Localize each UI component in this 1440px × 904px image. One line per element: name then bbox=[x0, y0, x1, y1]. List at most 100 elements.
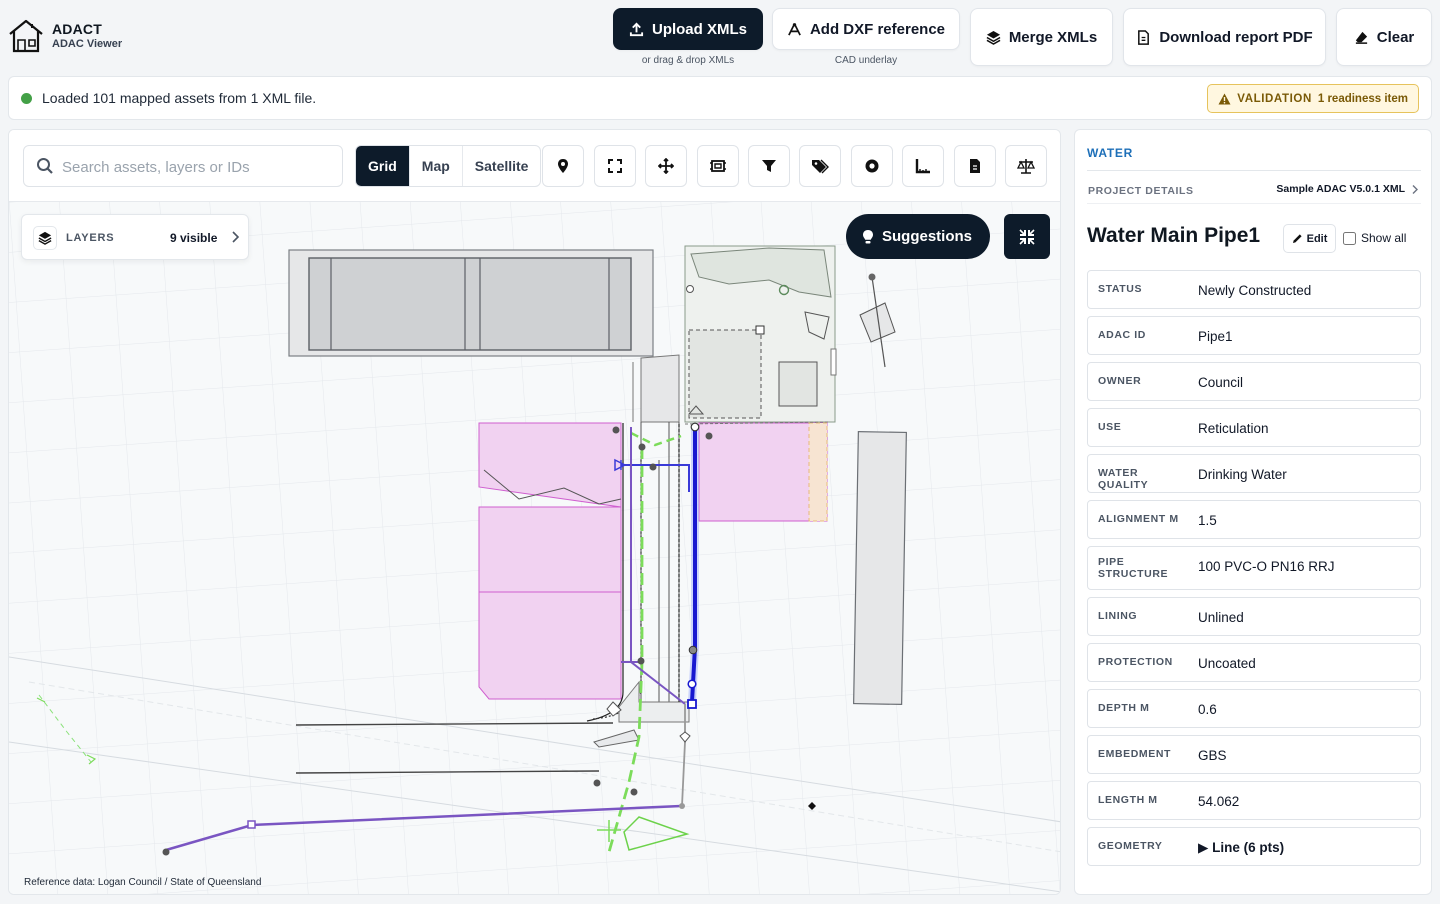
layers-stack-icon bbox=[38, 231, 52, 245]
geometry-row[interactable]: GEOMETRY ▶ Line (6 pts) bbox=[1087, 827, 1421, 866]
property-value: Drinking Water bbox=[1198, 467, 1287, 482]
download-report-label: Download report PDF bbox=[1159, 28, 1313, 46]
map-canvas[interactable]: LAYERS 9 visible Suggestions Reference d… bbox=[9, 202, 1061, 895]
map-panel: Grid Map Satellite bbox=[8, 129, 1061, 895]
top-bar: ADACT ADAC Viewer Upload XMLs or drag & … bbox=[0, 0, 1440, 76]
clear-button[interactable]: Clear bbox=[1336, 8, 1432, 66]
suggestions-button[interactable]: Suggestions bbox=[846, 214, 991, 259]
basemap-map[interactable]: Map bbox=[410, 146, 463, 186]
property-key: ALIGNMENT M bbox=[1098, 513, 1179, 525]
layers-count: 9 visible bbox=[170, 231, 218, 245]
property-row: USE Reticulation bbox=[1087, 408, 1421, 447]
chevron-right-icon bbox=[1412, 184, 1418, 194]
property-value: 100 PVC-O PN16 RRJ bbox=[1198, 559, 1335, 574]
lightbulb-icon bbox=[863, 229, 873, 243]
basemap-satellite[interactable]: Satellite bbox=[463, 146, 541, 186]
collapse-map-button[interactable] bbox=[1004, 214, 1050, 259]
map-toolbar: Grid Map Satellite bbox=[9, 130, 1060, 202]
fit-extent-icon bbox=[608, 159, 622, 173]
app-subtitle: ADAC Viewer bbox=[52, 37, 123, 50]
property-value: Unlined bbox=[1198, 610, 1244, 625]
app-name: ADACT bbox=[52, 20, 102, 37]
location-pin-icon bbox=[558, 159, 568, 173]
project-name: Sample ADAC V5.0.1 XML bbox=[1276, 183, 1405, 195]
drafting-compass-icon bbox=[788, 22, 801, 36]
fit-extent-button[interactable] bbox=[594, 145, 636, 187]
reference-data-attribution: Reference data: Logan Council / State of… bbox=[24, 877, 262, 888]
pdf-document-icon bbox=[1138, 29, 1150, 45]
property-key: LENGTH M bbox=[1098, 794, 1158, 806]
project-details-label[interactable]: PROJECT DETAILS bbox=[1088, 185, 1194, 197]
validation-count: 1 readiness item bbox=[1317, 92, 1408, 105]
frame-icon bbox=[710, 160, 726, 172]
property-row: PROTECTION Uncoated bbox=[1087, 643, 1421, 682]
edit-label: Edit bbox=[1306, 232, 1328, 245]
property-value: GBS bbox=[1198, 748, 1227, 763]
point-button[interactable] bbox=[851, 145, 893, 187]
property-row: STATUS Newly Constructed bbox=[1087, 270, 1421, 309]
asset-detail-panel: WATER PROJECT DETAILS Sample ADAC V5.0.1… bbox=[1074, 129, 1432, 895]
basemap-switcher: Grid Map Satellite bbox=[355, 145, 542, 187]
collapse-icon bbox=[1019, 228, 1035, 245]
compare-button[interactable] bbox=[1005, 145, 1047, 187]
map-drawing[interactable] bbox=[9, 202, 1061, 895]
divider bbox=[1087, 203, 1421, 204]
locate-button[interactable] bbox=[542, 145, 584, 187]
compare-icon bbox=[1017, 159, 1035, 174]
lot-parcel[interactable] bbox=[684, 245, 837, 423]
document-button[interactable] bbox=[954, 145, 996, 187]
brand: ADACT ADAC Viewer bbox=[8, 18, 122, 54]
property-value: 1.5 bbox=[1198, 513, 1217, 528]
tags-icon bbox=[812, 159, 829, 174]
merge-xmls-button[interactable]: Merge XMLs bbox=[970, 8, 1113, 66]
pan-button[interactable] bbox=[645, 145, 687, 187]
property-key: WATER QUALITY bbox=[1098, 467, 1149, 491]
eraser-icon bbox=[1355, 31, 1367, 44]
property-key: ADAC ID bbox=[1098, 329, 1146, 341]
basemap-grid[interactable]: Grid bbox=[356, 146, 410, 186]
pencil-icon bbox=[1292, 234, 1302, 243]
building-footprint[interactable] bbox=[288, 249, 654, 357]
download-report-pdf-button[interactable]: Download report PDF bbox=[1123, 8, 1326, 66]
status-bar: Loaded 101 mapped assets from 1 XML file… bbox=[8, 76, 1432, 120]
warning-icon bbox=[1218, 93, 1231, 104]
property-key: DEPTH M bbox=[1098, 702, 1150, 714]
measure-icon bbox=[915, 159, 930, 174]
property-value: Reticulation bbox=[1198, 421, 1269, 436]
asset-title: Water Main Pipe1 bbox=[1087, 224, 1261, 247]
project-details-link[interactable]: Sample ADAC V5.0.1 XML bbox=[1276, 183, 1419, 195]
measure-button[interactable] bbox=[902, 145, 944, 187]
layers-panel-toggle[interactable]: LAYERS 9 visible bbox=[21, 214, 249, 260]
add-dxf-reference-button[interactable]: Add DXF reference bbox=[772, 8, 960, 50]
edit-button[interactable]: Edit bbox=[1283, 224, 1336, 253]
tags-button[interactable] bbox=[799, 145, 841, 187]
search-icon bbox=[37, 158, 53, 174]
show-all-toggle[interactable]: Show all bbox=[1343, 231, 1406, 245]
property-row: ALIGNMENT M 1.5 bbox=[1087, 500, 1421, 539]
property-row: LENGTH M 54.062 bbox=[1087, 781, 1421, 820]
frame-button[interactable] bbox=[697, 145, 739, 187]
property-row: DEPTH M 0.6 bbox=[1087, 689, 1421, 728]
upload-xmls-button[interactable]: Upload XMLs bbox=[613, 8, 763, 50]
filter-button[interactable] bbox=[748, 145, 790, 187]
show-all-checkbox[interactable] bbox=[1343, 231, 1356, 245]
pan-icon bbox=[658, 158, 674, 174]
property-value: Uncoated bbox=[1198, 656, 1256, 671]
geometry-toggle[interactable]: ▶ Line (6 pts) bbox=[1198, 840, 1284, 856]
property-value: Newly Constructed bbox=[1198, 283, 1312, 298]
search-input[interactable] bbox=[62, 154, 332, 180]
status-dot bbox=[21, 93, 32, 104]
validation-badge[interactable]: VALIDATION 1 readiness item bbox=[1207, 84, 1419, 113]
property-key: PIPE STRUCTURE bbox=[1098, 556, 1169, 580]
property-key: OWNER bbox=[1098, 375, 1142, 387]
dxf-hint: CAD underlay bbox=[834, 55, 898, 66]
show-all-label: Show all bbox=[1361, 231, 1407, 245]
layers-label: LAYERS bbox=[66, 232, 115, 244]
property-row: OWNER Council bbox=[1087, 362, 1421, 401]
search-box[interactable] bbox=[23, 145, 343, 187]
property-key: GEOMETRY bbox=[1098, 840, 1163, 852]
property-value: Council bbox=[1198, 375, 1244, 390]
divider bbox=[1087, 170, 1421, 171]
property-row: PIPE STRUCTURE 100 PVC-O PN16 RRJ bbox=[1087, 546, 1421, 590]
clear-label: Clear bbox=[1376, 28, 1415, 46]
